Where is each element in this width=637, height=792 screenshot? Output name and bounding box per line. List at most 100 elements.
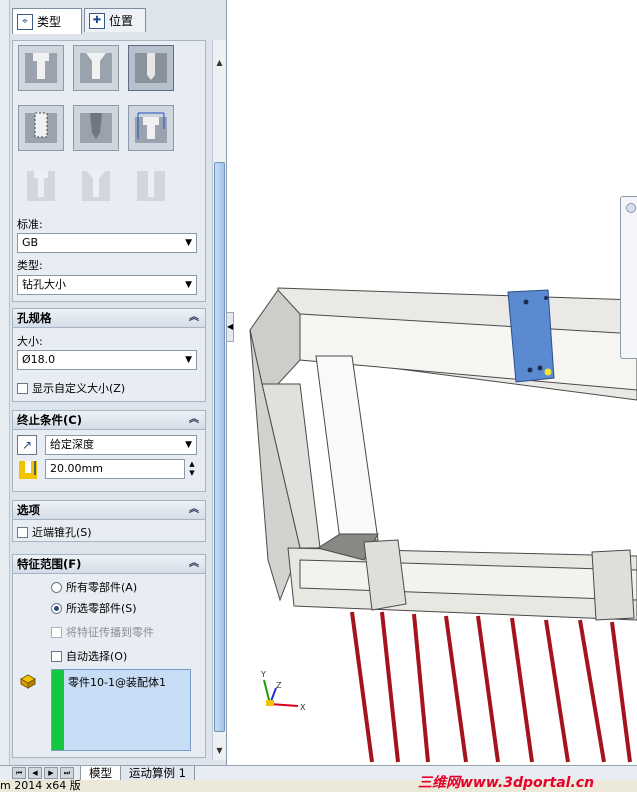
property-tabs: ⌖ 类型 ✚ 位置	[10, 8, 227, 34]
triad-y-label: Y	[260, 670, 266, 679]
standard-label: 标准:	[17, 218, 43, 231]
propagate-label: 将特征传播到零件	[66, 626, 154, 639]
slot-button[interactable]	[128, 163, 174, 209]
part-icon	[19, 673, 37, 689]
chevron-down-icon: ▼	[185, 440, 192, 450]
panel-content: 标准: GB ▼ 类型: 钻孔大小 ▼ 孔规格 ︽ 大小: Ø18.0 ▼ 显示…	[12, 40, 208, 760]
scroll-down-icon[interactable]: ▼	[213, 744, 226, 758]
collapse-icon[interactable]: ︽	[189, 501, 199, 519]
hole-position-icon: ✚	[89, 12, 105, 29]
reverse-direction-button[interactable]: ↗	[17, 435, 37, 455]
simple-hole-icon	[135, 53, 167, 83]
panel-collapse-handle[interactable]: ◀	[226, 312, 234, 342]
countersink-slot-icon	[82, 171, 110, 201]
collapse-icon[interactable]: ︽	[189, 555, 199, 573]
countersink-icon	[80, 53, 112, 83]
end-condition-select[interactable]: 给定深度 ▼	[45, 435, 197, 455]
counterbore-slot-icon	[27, 171, 55, 201]
counterbore-icon	[25, 53, 57, 83]
custom-size-label: 显示自定义大小(Z)	[32, 382, 126, 395]
counterbore-slot-button[interactable]	[18, 163, 64, 209]
hole-type-group: 标准: GB ▼ 类型: 钻孔大小 ▼	[12, 40, 206, 302]
collapse-icon[interactable]: ︽	[189, 309, 199, 327]
selection-color-bar	[52, 670, 64, 750]
graphics-viewport[interactable]: X Y Z	[235, 0, 637, 765]
near-side-csk-label: 近端锥孔(S)	[32, 526, 92, 539]
size-select[interactable]: Ø18.0 ▼	[17, 350, 197, 370]
prev-tab-icon[interactable]: ◀	[28, 767, 42, 779]
all-parts-radio[interactable]: 所有零部件(A)	[51, 579, 137, 595]
checkbox-box[interactable]	[17, 526, 28, 538]
tab-motion-study[interactable]: 运动算例 1	[120, 766, 195, 781]
end-condition-title: 终止条件(C)	[17, 413, 82, 427]
legacy-hole-button[interactable]	[128, 105, 174, 151]
near-side-csk-checkbox[interactable]: 近端锥孔(S)	[17, 524, 92, 540]
countersink-slot-button[interactable]	[73, 163, 119, 209]
application-window: ⌖ 类型 ✚ 位置 标准: GB ▼ 类型: 钻孔大小 ▼ 孔规格 ︽ 大小: …	[0, 0, 637, 792]
propagate-checkbox[interactable]: 将特征传播到零件	[51, 624, 154, 640]
watermark: 三维网www.3dportal.cn	[418, 775, 595, 791]
standard-select[interactable]: GB ▼	[17, 233, 197, 253]
simple-hole-button[interactable]	[128, 45, 174, 91]
auto-select-checkbox[interactable]: 自动选择(O)	[51, 648, 127, 664]
panel-scrollbar[interactable]: ▲ ▼	[212, 40, 226, 760]
size-value: Ø18.0	[22, 353, 56, 366]
options-group: 选项 ︽ 近端锥孔(S)	[12, 500, 206, 542]
countersink-button[interactable]	[73, 45, 119, 91]
hole-spec-title: 孔规格	[17, 311, 52, 325]
selected-components-list[interactable]: 零件10-1@装配体1	[51, 669, 191, 751]
tab-model[interactable]: 模型	[80, 766, 121, 781]
next-tab-icon[interactable]: ▶	[44, 767, 58, 779]
checkbox-box[interactable]	[51, 650, 62, 662]
hole-spec-header[interactable]: 孔规格 ︽	[13, 309, 205, 328]
legacy-hole-icon	[135, 112, 167, 143]
end-condition-value: 给定深度	[50, 438, 94, 451]
depth-input[interactable]: 20.00mm ▲ ▼	[45, 459, 195, 479]
tapped-hole-button[interactable]	[18, 105, 64, 151]
floating-toolbar-edge[interactable]	[620, 196, 637, 359]
last-tab-icon[interactable]: ⏭	[60, 767, 74, 779]
collapse-icon[interactable]: ︽	[189, 411, 199, 429]
type-value: 钻孔大小	[22, 278, 66, 291]
type-select[interactable]: 钻孔大小 ▼	[17, 275, 197, 295]
tab-position[interactable]: ✚ 位置	[84, 8, 146, 32]
scrollbar-thumb[interactable]	[214, 162, 225, 732]
counterbore-button[interactable]	[18, 45, 64, 91]
type-label: 类型:	[17, 259, 43, 272]
pipe-tap-icon	[80, 113, 112, 143]
custom-size-checkbox[interactable]: 显示自定义大小(Z)	[17, 380, 125, 396]
selected-parts-label: 所选零部件(S)	[66, 602, 137, 615]
checkbox-box[interactable]	[51, 626, 62, 638]
tab-motion-label: 运动算例 1	[129, 766, 186, 780]
pipe-tap-button[interactable]	[73, 105, 119, 151]
feature-scope-header[interactable]: 特征范围(F) ︽	[13, 555, 205, 574]
version-text: m 2014 x64 版	[0, 779, 81, 792]
selected-bracket	[507, 289, 555, 383]
depth-icon	[17, 459, 39, 481]
reverse-arrow-icon: ↗	[21, 438, 33, 452]
end-condition-group: 终止条件(C) ︽ ↗ 给定深度 ▼ 20.00mm ▲ ▼	[12, 410, 206, 492]
hole-type-icon: ⌖	[17, 13, 33, 30]
list-item[interactable]: 零件10-1@装配体1	[68, 674, 166, 690]
frame	[249, 287, 637, 621]
options-header[interactable]: 选项 ︽	[13, 501, 205, 520]
tab-position-label: 位置	[109, 14, 134, 28]
depth-value: 20.00mm	[50, 462, 103, 475]
first-tab-icon[interactable]: ⏮	[12, 767, 26, 779]
triad-z-label: Z	[276, 681, 282, 690]
toolbar-icon[interactable]	[626, 203, 636, 213]
auto-select-label: 自动选择(O)	[66, 650, 128, 663]
standard-value: GB	[22, 236, 39, 249]
left-edge-strip	[0, 0, 10, 765]
triad-x-label: X	[300, 703, 306, 712]
end-condition-header[interactable]: 终止条件(C) ︽	[13, 411, 205, 430]
radio-button[interactable]	[51, 602, 62, 614]
radio-button[interactable]	[51, 581, 62, 593]
tab-model-label: 模型	[89, 766, 112, 780]
tab-type[interactable]: ⌖ 类型	[12, 8, 82, 34]
checkbox-box[interactable]	[17, 382, 28, 394]
selected-parts-radio[interactable]: 所选零部件(S)	[51, 600, 137, 616]
scroll-up-icon[interactable]: ▲	[213, 56, 226, 70]
depth-spinner[interactable]: ▲ ▼	[186, 460, 198, 480]
chevron-down-icon: ▼	[185, 280, 192, 290]
